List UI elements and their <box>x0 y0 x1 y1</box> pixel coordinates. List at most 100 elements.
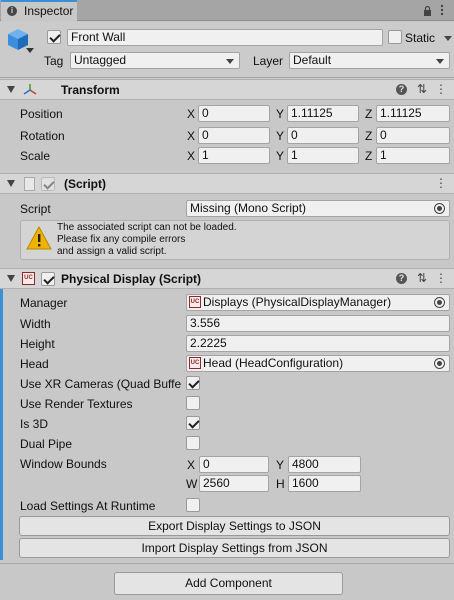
physical-display-title: Physical Display (Script) <box>61 272 202 286</box>
foldout-arrow-icon[interactable] <box>7 275 15 282</box>
chevron-down-icon[interactable] <box>26 48 34 53</box>
more-vertical-icon[interactable] <box>440 4 444 16</box>
sliders-icon[interactable]: ⇅ <box>415 82 429 96</box>
window-bounds-h-field[interactable]: 1600 <box>288 475 361 492</box>
object-picker-icon[interactable] <box>434 203 445 214</box>
csharp-script-icon: UC <box>22 272 35 285</box>
window-bounds-x-field[interactable]: 0 <box>199 456 269 473</box>
rotation-y-field[interactable]: 0 <box>287 127 359 144</box>
axis-y-label[interactable]: Y <box>276 106 284 122</box>
more-vertical-icon[interactable]: ⋮ <box>434 82 448 96</box>
file-icon <box>24 177 35 191</box>
import-settings-button[interactable]: Import Display Settings from JSON <box>19 538 450 558</box>
use-xr-cameras-checkbox[interactable] <box>186 376 200 390</box>
help-icon[interactable]: ? <box>396 273 407 284</box>
warning-box: The associated script can not be loaded.… <box>20 220 450 260</box>
axis-h-label[interactable]: H <box>276 476 285 492</box>
position-y-field[interactable]: 1.11125 <box>287 105 359 122</box>
static-dropdown-arrow[interactable] <box>444 36 452 41</box>
load-settings-checkbox[interactable] <box>186 498 200 512</box>
axis-x-label[interactable]: X <box>187 457 195 473</box>
export-settings-button[interactable]: Export Display Settings to JSON <box>19 516 450 536</box>
height-field[interactable]: 2.2225 <box>186 335 450 352</box>
axis-y-label[interactable]: Y <box>276 457 284 473</box>
use-render-textures-label: Use Render Textures <box>20 397 133 411</box>
manager-field[interactable]: UC Displays (PhysicalDisplayManager) <box>186 294 450 311</box>
use-render-textures-checkbox[interactable] <box>186 396 200 410</box>
is-3d-checkbox[interactable] <box>186 416 200 430</box>
position-x-field[interactable]: 0 <box>198 105 270 122</box>
divider <box>0 563 454 564</box>
foldout-arrow-icon[interactable] <box>7 180 15 187</box>
head-field[interactable]: UC Head (HeadConfiguration) <box>186 355 450 372</box>
dual-pipe-checkbox[interactable] <box>186 436 200 450</box>
rotation-label: Rotation <box>20 129 65 143</box>
active-checkbox[interactable] <box>47 30 61 44</box>
static-checkbox[interactable] <box>388 30 402 44</box>
name-field[interactable]: Front Wall <box>67 29 383 46</box>
script-value: Missing (Mono Script) <box>190 201 307 215</box>
rotation-z-field[interactable]: 0 <box>376 127 450 144</box>
warning-icon <box>26 225 52 250</box>
window-bounds-y-field[interactable]: 4800 <box>288 456 361 473</box>
axis-w-label[interactable]: W <box>186 476 197 492</box>
lock-icon[interactable] <box>423 5 432 16</box>
rotation-x-field[interactable]: 0 <box>198 127 270 144</box>
add-component-button[interactable]: Add Component <box>114 572 343 595</box>
object-picker-icon[interactable] <box>434 297 445 308</box>
tag-label: Tag <box>44 54 64 68</box>
position-z-field[interactable]: 1.11125 <box>376 105 450 122</box>
tag-dropdown[interactable]: Untagged <box>70 52 240 69</box>
foldout-arrow-icon[interactable] <box>7 86 15 93</box>
static-label: Static <box>405 31 436 45</box>
is-3d-label: Is 3D <box>20 417 49 431</box>
chevron-down-icon <box>436 59 444 64</box>
layer-dropdown[interactable]: Default <box>289 52 450 69</box>
component-enabled-checkbox[interactable] <box>41 272 55 286</box>
transform-header[interactable]: Transform ? ⇅ ⋮ <box>0 79 454 100</box>
more-vertical-icon[interactable]: ⋮ <box>434 271 448 285</box>
axis-z-label[interactable]: Z <box>365 148 372 164</box>
layer-value: Default <box>293 53 332 67</box>
window-bounds-w-field[interactable]: 2560 <box>199 475 269 492</box>
object-picker-icon[interactable] <box>434 358 445 369</box>
physical-display-header[interactable]: UC Physical Display (Script) ? ⇅ ⋮ <box>0 268 454 289</box>
scale-label: Scale <box>20 149 51 163</box>
axis-y-label[interactable]: Y <box>276 148 284 164</box>
missing-script-header[interactable]: (Script) ⋮ <box>0 173 454 194</box>
axis-x-label[interactable]: X <box>187 128 195 144</box>
window-bounds-label: Window Bounds <box>20 457 107 471</box>
axis-z-label[interactable]: Z <box>365 128 372 144</box>
component-enabled-checkbox[interactable] <box>41 177 55 191</box>
selection-accent-bar <box>0 268 3 560</box>
sliders-icon[interactable]: ⇅ <box>415 271 429 285</box>
axis-x-label[interactable]: X <box>187 106 195 122</box>
position-label: Position <box>20 107 63 121</box>
tag-value: Untagged <box>74 53 127 67</box>
script-field[interactable]: Missing (Mono Script) <box>186 200 450 217</box>
dual-pipe-label: Dual Pipe <box>20 437 73 451</box>
axis-y-label[interactable]: Y <box>276 128 284 144</box>
csharp-script-icon: UC <box>189 296 201 308</box>
manager-label: Manager <box>20 296 68 310</box>
load-settings-label: Load Settings At Runtime <box>20 499 156 513</box>
inspector-tab[interactable]: i Inspector <box>1 0 77 21</box>
axis-z-label[interactable]: Z <box>365 106 372 122</box>
tab-label: Inspector <box>24 4 74 18</box>
help-icon[interactable]: ? <box>396 84 407 95</box>
missing-script-title: (Script) <box>64 177 106 191</box>
width-field[interactable]: 3.556 <box>186 315 450 332</box>
axis-x-label[interactable]: X <box>187 148 195 164</box>
head-value: Head (HeadConfiguration) <box>203 356 344 370</box>
gameobject-header: Front Wall Static Tag Untagged Layer Def… <box>0 22 454 78</box>
scale-y-field[interactable]: 1 <box>287 147 359 164</box>
csharp-script-icon: UC <box>189 357 201 369</box>
more-vertical-icon[interactable]: ⋮ <box>434 176 448 190</box>
scale-x-field[interactable]: 1 <box>198 147 270 164</box>
warning-line-2: Please fix any compile errors <box>57 234 186 245</box>
scale-z-field[interactable]: 1 <box>376 147 450 164</box>
transform-icon <box>22 83 38 97</box>
transform-title: Transform <box>61 83 120 97</box>
use-xr-cameras-label: Use XR Cameras (Quad Buffe <box>20 377 182 391</box>
warning-line-3: and assign a valid script. <box>57 246 167 257</box>
